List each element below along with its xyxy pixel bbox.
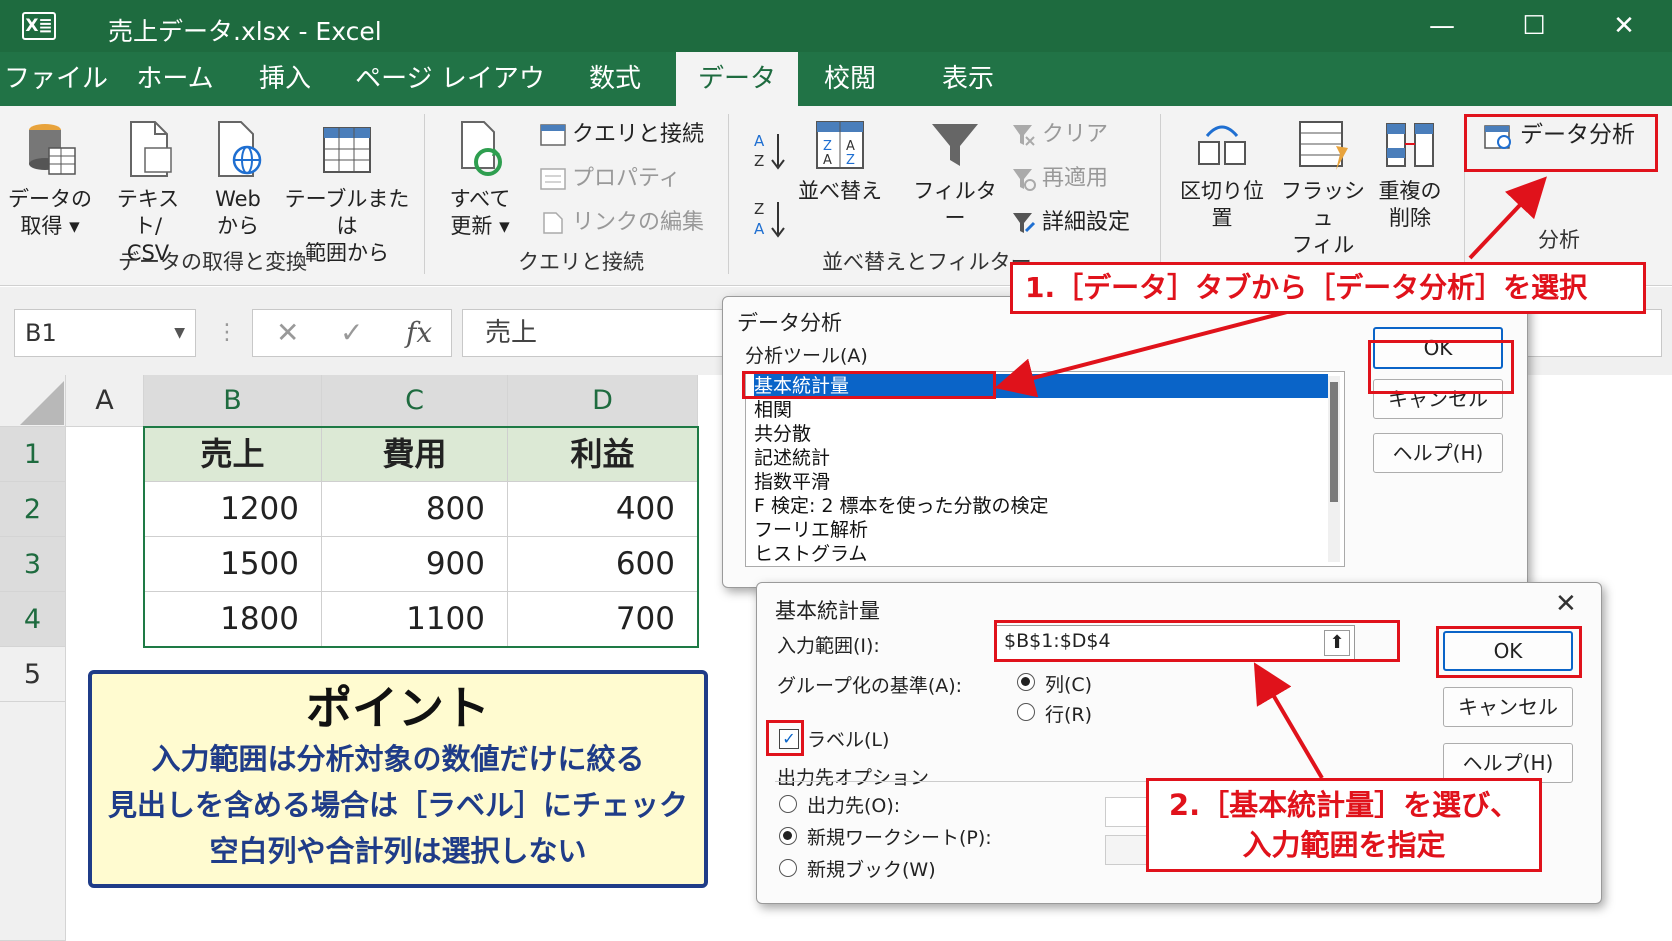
callout-step-2-line-2: 入力範囲を指定 [1242, 828, 1446, 862]
callout-step-2: 2.［基本統計量］を選び、 入力範囲を指定 [1146, 778, 1542, 872]
arrow-to-input-range [1253, 662, 1324, 780]
arrow-to-descriptive-stats [994, 302, 1319, 398]
arrow-to-data-analysis [1468, 176, 1547, 260]
callout-step-1: 1.［データ］タブから［データ分析］を選択 [1010, 262, 1646, 314]
callout-step-2-line-1: 2.［基本統計量］を選び、 [1168, 788, 1520, 822]
